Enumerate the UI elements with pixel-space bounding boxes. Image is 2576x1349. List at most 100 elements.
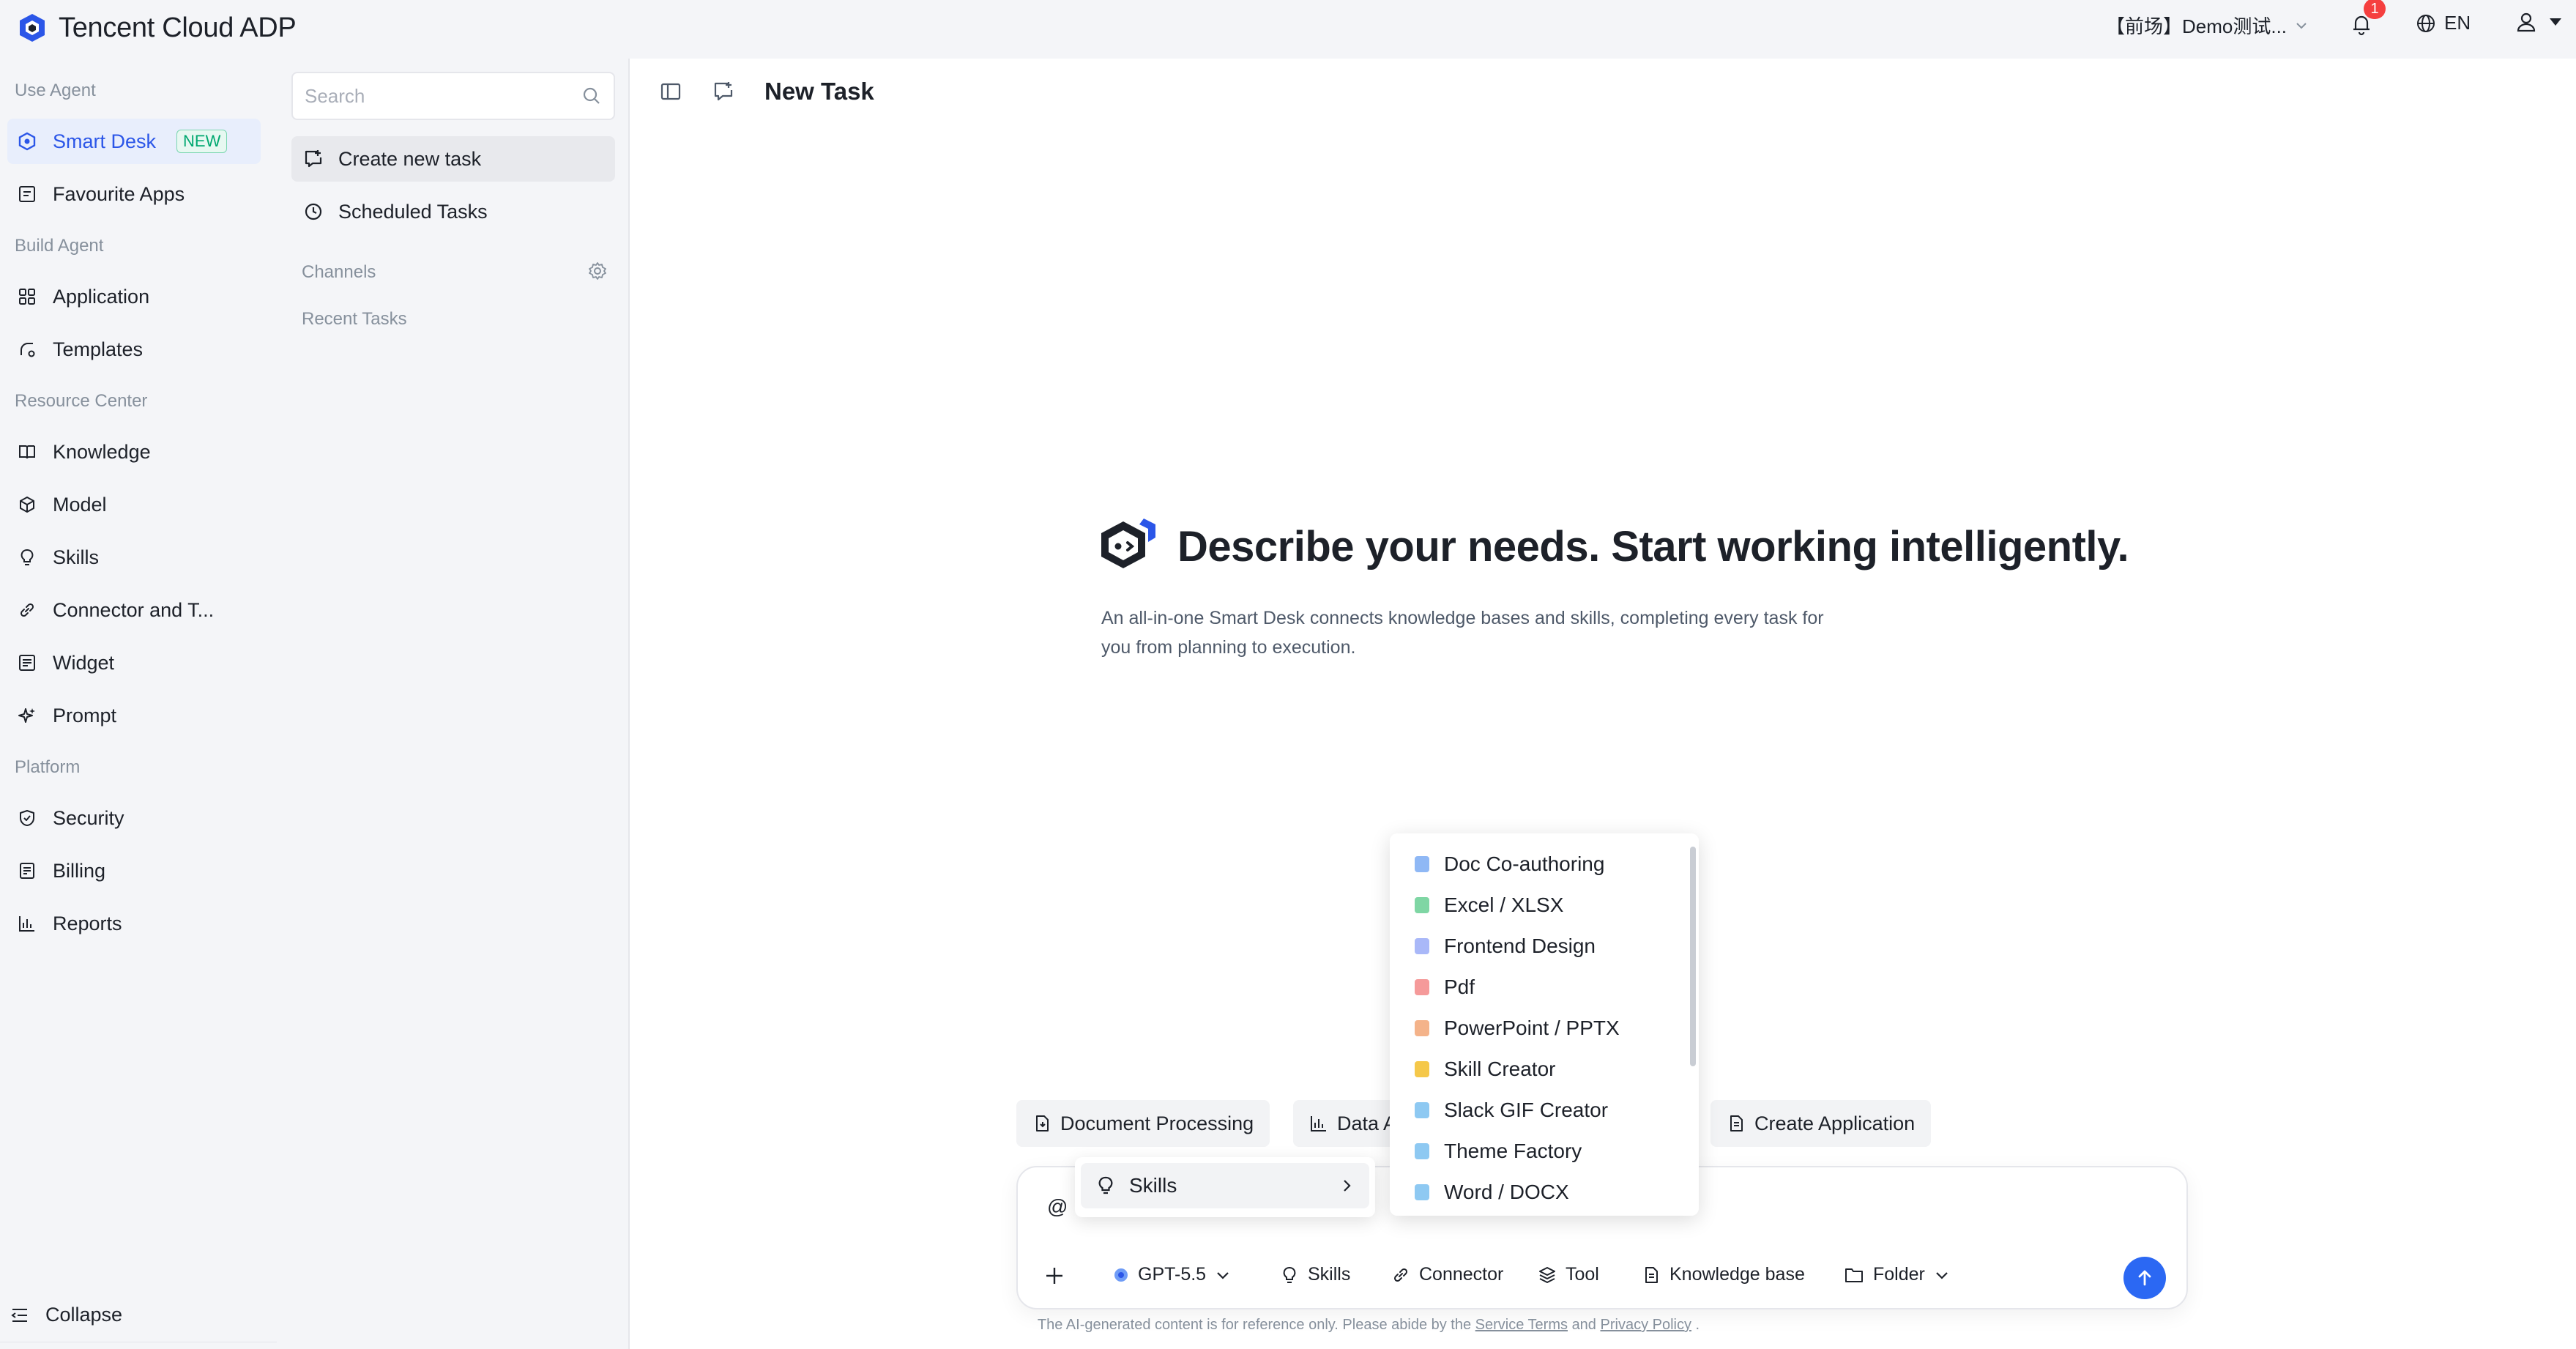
- skill-menu-item[interactable]: PowerPoint / PPTX: [1390, 1008, 1699, 1049]
- privacy-policy-link[interactable]: Privacy Policy: [1601, 1317, 1691, 1333]
- knowledge-base-button[interactable]: Knowledge base: [1642, 1264, 1805, 1285]
- channels-heading: Channels: [302, 262, 376, 282]
- section-resource-center: Resource Center: [15, 391, 148, 411]
- skill-file-icon: [1415, 1102, 1429, 1118]
- smart-desk-logo-icon: [1094, 511, 1164, 581]
- sidebar-item-templates[interactable]: Templates: [7, 327, 261, 372]
- layers-icon: [1538, 1266, 1557, 1285]
- sidebar-item-skills[interactable]: Skills: [7, 535, 261, 580]
- skill-file-icon: [1415, 1020, 1429, 1036]
- new-task-icon[interactable]: [712, 80, 735, 103]
- sidebar-item-label: Connector and T...: [53, 598, 215, 621]
- brand[interactable]: Tencent Cloud ADP: [16, 12, 297, 44]
- skills-button[interactable]: Skills: [1280, 1264, 1350, 1285]
- tool-button[interactable]: Tool: [1538, 1264, 1599, 1285]
- smart-desk-icon: [16, 130, 38, 152]
- model-selector[interactable]: GPT-5.5: [1113, 1264, 1231, 1285]
- connector-button[interactable]: Connector: [1391, 1264, 1503, 1285]
- main-header: New Task: [659, 78, 874, 105]
- skill-menu-item[interactable]: Skill Creator: [1390, 1049, 1699, 1090]
- scrollbar[interactable]: [1690, 847, 1696, 1066]
- link-icon: [16, 599, 38, 621]
- workspace-selector[interactable]: 【前场】Demo测试...: [2106, 12, 2309, 39]
- search-input[interactable]: [305, 84, 581, 108]
- gear-icon[interactable]: [587, 261, 608, 281]
- sidebar-item-label: Favourite Apps: [53, 182, 185, 205]
- skill-list: Doc Co-authoring Excel / XLSX Frontend Des…: [1390, 844, 1699, 1213]
- section-platform: Platform: [15, 757, 81, 777]
- sidebar-item-knowledge[interactable]: Knowledge: [7, 429, 261, 475]
- input-toolbar: GPT-5.5 Skills Connector Tool Knowledge …: [1032, 1255, 2175, 1299]
- collapse-button[interactable]: Collapse: [10, 1304, 122, 1326]
- bar-chart-icon: [16, 913, 38, 934]
- create-new-task-button[interactable]: Create new task: [291, 136, 615, 182]
- scheduled-tasks-label: Scheduled Tasks: [338, 200, 488, 223]
- toggle-panel-icon[interactable]: [659, 80, 682, 103]
- sidebar: Use Agent Smart Desk NEW Favourite Apps …: [0, 59, 277, 1349]
- tencent-cloud-logo-icon: [16, 12, 48, 44]
- sidebar-item-label: Model: [53, 493, 107, 516]
- user-menu[interactable]: [2514, 10, 2563, 34]
- sidebar-item-favourite-apps[interactable]: Favourite Apps: [7, 171, 261, 217]
- mention-skills-item[interactable]: Skills: [1081, 1163, 1369, 1208]
- language-label: EN: [2444, 12, 2471, 34]
- chevron-down-icon: [1215, 1267, 1231, 1283]
- service-terms-link[interactable]: Service Terms: [1475, 1317, 1568, 1333]
- footer-disclaimer: The AI-generated content is for referenc…: [630, 1317, 2576, 1334]
- sidebar-item-label: Skills: [53, 546, 100, 568]
- section-build-agent: Build Agent: [15, 236, 104, 256]
- new-badge: NEW: [176, 130, 228, 153]
- chip-document-processing[interactable]: Document Processing: [1016, 1100, 1270, 1147]
- skill-menu-item-label: Skill Creator: [1444, 1058, 1556, 1080]
- sidebar-item-widget[interactable]: Widget: [7, 640, 261, 685]
- skills-label: Skills: [1308, 1264, 1351, 1285]
- recent-tasks-heading: Recent Tasks: [302, 309, 407, 329]
- skill-menu-item[interactable]: Pdf: [1390, 967, 1699, 1008]
- page-title: New Task: [764, 78, 874, 105]
- sidebar-item-model[interactable]: Model: [7, 482, 261, 527]
- document-icon: [1642, 1266, 1661, 1285]
- skill-file-icon: [1415, 856, 1429, 872]
- skill-menu-item[interactable]: Frontend Design: [1390, 926, 1699, 967]
- lightbulb-icon: [1280, 1266, 1299, 1285]
- workspace-name: 【前场】Demo测试...: [2106, 15, 2287, 37]
- sidebar-item-reports[interactable]: Reports: [7, 901, 261, 946]
- chip-label: Document Processing: [1060, 1112, 1254, 1134]
- sidebar-item-application[interactable]: Application: [7, 274, 261, 319]
- sparkle-icon: [16, 705, 38, 726]
- footer-prefix: The AI-generated content is for referenc…: [1037, 1317, 1472, 1333]
- skill-menu-item[interactable]: Doc Co-authoring: [1390, 844, 1699, 885]
- footer-and: and: [1571, 1317, 1596, 1333]
- sidebar-item-security[interactable]: Security: [7, 795, 261, 841]
- sidebar-item-label: Billing: [53, 859, 106, 882]
- globe-icon: [2415, 12, 2437, 34]
- sidebar-item-connector[interactable]: Connector and T...: [7, 587, 261, 633]
- widget-icon: [16, 652, 38, 674]
- sidebar-item-billing[interactable]: Billing: [7, 848, 261, 893]
- chat-input-text[interactable]: @: [1047, 1195, 1068, 1219]
- sidebar-item-prompt[interactable]: Prompt: [7, 693, 261, 738]
- sidebar-item-label: Application: [53, 285, 150, 308]
- send-button[interactable]: [2123, 1257, 2166, 1299]
- lightbulb-icon: [1095, 1175, 1116, 1196]
- add-attachment-button[interactable]: [1043, 1264, 1066, 1287]
- scheduled-tasks-button[interactable]: Scheduled Tasks: [291, 189, 615, 234]
- skill-menu-item-label: Pdf: [1444, 975, 1475, 998]
- collapse-icon: [10, 1306, 29, 1325]
- sidebar-item-smart-desk[interactable]: Smart Desk NEW: [7, 119, 261, 164]
- chevron-down-icon: [1934, 1267, 1950, 1283]
- skill-menu-item[interactable]: Theme Factory: [1390, 1131, 1699, 1172]
- knowledge-base-label: Knowledge base: [1669, 1264, 1805, 1285]
- search-icon[interactable]: [581, 86, 602, 106]
- chip-create-application[interactable]: Create Application: [1710, 1100, 1932, 1147]
- skill-menu-item-label: Slack GIF Creator: [1444, 1099, 1609, 1121]
- chip-label: Create Application: [1754, 1112, 1916, 1134]
- language-selector[interactable]: EN: [2415, 12, 2471, 34]
- sidebar-item-label: Security: [53, 806, 124, 829]
- chip-data[interactable]: Data A: [1293, 1100, 1403, 1147]
- skill-menu-item[interactable]: Slack GIF Creator: [1390, 1090, 1699, 1131]
- skill-menu-item[interactable]: Excel / XLSX: [1390, 885, 1699, 926]
- hero-subtitle: An all-in-one Smart Desk connects knowle…: [1101, 608, 1824, 658]
- folder-button[interactable]: Folder: [1844, 1264, 1950, 1285]
- skill-menu-item[interactable]: Word / DOCX: [1390, 1172, 1699, 1213]
